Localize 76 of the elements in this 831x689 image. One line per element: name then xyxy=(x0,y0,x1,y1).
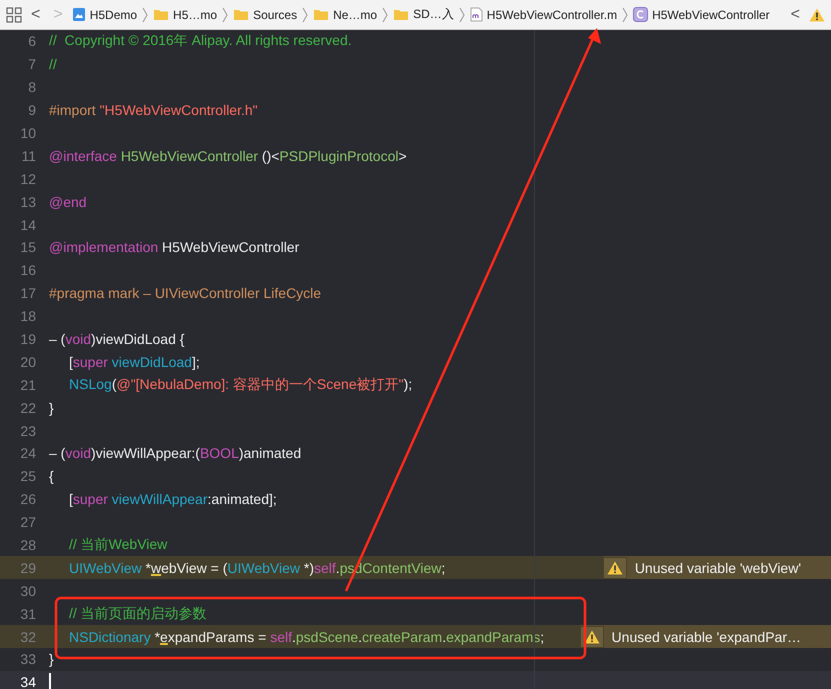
line-number: 20 xyxy=(19,354,36,370)
line-number: 12 xyxy=(19,170,36,187)
line-number: 27 xyxy=(19,514,36,530)
chevron-icon xyxy=(142,6,148,22)
breadcrumb-item[interactable]: Sources xyxy=(233,8,298,22)
line-number: 15 xyxy=(19,239,36,256)
code-line: #pragma mark – UIViewController LifeCycle xyxy=(49,285,322,302)
code-line: [super viewDidLoad]; xyxy=(69,354,200,370)
line-number: 28 xyxy=(19,537,36,554)
line-number: 24 xyxy=(19,445,36,462)
breadcrumb-item[interactable]: H5WebViewController.m xyxy=(470,7,618,22)
line-number: 14 xyxy=(19,216,36,233)
breadcrumb-item[interactable]: H5WebViewController xyxy=(633,7,770,22)
project-icon xyxy=(72,7,86,22)
code-line: – (void)viewDidLoad { xyxy=(49,331,184,348)
chevron-icon xyxy=(302,6,308,22)
line-number: 10 xyxy=(19,125,36,141)
previous-issue-button[interactable]: < xyxy=(786,6,804,24)
line-number: 19 xyxy=(19,331,36,348)
line-number: 23 xyxy=(19,422,36,439)
line-number: 33 xyxy=(19,651,36,668)
code-line: NSLog(@"[NebulaDemo]: 容器中的一个Scene被打开"); xyxy=(69,376,412,394)
breadcrumb-item[interactable]: SD…入 xyxy=(393,6,454,23)
warning-icon xyxy=(584,630,600,644)
breadcrumb-item[interactable]: Ne…mo xyxy=(313,8,378,22)
text-cursor xyxy=(49,673,50,689)
code-line: // 当前页面的启动参数 xyxy=(69,604,207,623)
line-number: 30 xyxy=(19,582,36,599)
warning-icon xyxy=(606,560,623,575)
code-line: @interface H5WebViewController ()<PSDPluginProtocol> xyxy=(49,148,407,164)
folder-icon xyxy=(393,8,410,21)
line-number: 11 xyxy=(20,148,36,164)
line-number: 17 xyxy=(19,285,36,302)
code-line: @end xyxy=(49,194,87,210)
line-number: 32 xyxy=(19,628,36,645)
code-line: // Copyright © 2016年 Alipay. All rights reserved. xyxy=(49,32,352,50)
line-number: 29 xyxy=(19,560,36,576)
breadcrumb-item[interactable]: H5…mo xyxy=(153,8,218,22)
warning-icon xyxy=(809,8,825,22)
file-icon xyxy=(470,7,483,22)
line-number: 8 xyxy=(27,79,36,96)
line-number: 13 xyxy=(19,194,36,210)
line-number: 18 xyxy=(19,308,36,324)
chevron-icon xyxy=(458,6,465,22)
code-line: { xyxy=(49,468,54,484)
line-number: 6 xyxy=(27,33,36,50)
breadcrumb-item[interactable]: H5Demo xyxy=(72,7,138,22)
grid-icon[interactable] xyxy=(6,6,22,22)
code-line: [super viewWillAppear:animated]; xyxy=(69,491,277,508)
line-number: 21 xyxy=(19,376,36,393)
line-number: 26 xyxy=(19,491,36,508)
folder-icon xyxy=(313,8,330,21)
line-number: 22 xyxy=(19,400,36,416)
code-line: // xyxy=(49,56,57,72)
code-line: @implementation H5WebViewController xyxy=(49,239,300,256)
code-line: } xyxy=(49,400,54,416)
warning-message: Unused variable 'expandPar… xyxy=(580,625,831,648)
folder-icon xyxy=(153,8,170,21)
folder-icon xyxy=(233,8,250,21)
line-number: 9 xyxy=(27,102,36,118)
chevron-icon xyxy=(622,6,628,22)
chevron-icon xyxy=(382,6,388,22)
code-line: } xyxy=(49,651,54,668)
warning-message: Unused variable 'webView' xyxy=(602,556,831,580)
code-line: // 当前WebView xyxy=(69,536,168,554)
class-icon xyxy=(633,7,648,22)
chevron-icon xyxy=(222,6,228,22)
line-number: 31 xyxy=(19,606,36,622)
line-number: 16 xyxy=(19,262,36,278)
back-button[interactable]: < xyxy=(27,6,44,24)
line-number: 25 xyxy=(19,468,36,484)
code-line: – (void)viewWillAppear:(BOOL)animated xyxy=(49,445,302,462)
line-number: 7 xyxy=(27,56,36,72)
code-line: #import "H5WebViewController.h" xyxy=(49,102,258,118)
line-number: 34 xyxy=(19,674,36,689)
code-line: NSDictionary *expandParams = self.psdScene.createParam.expandParams; xyxy=(69,628,544,645)
